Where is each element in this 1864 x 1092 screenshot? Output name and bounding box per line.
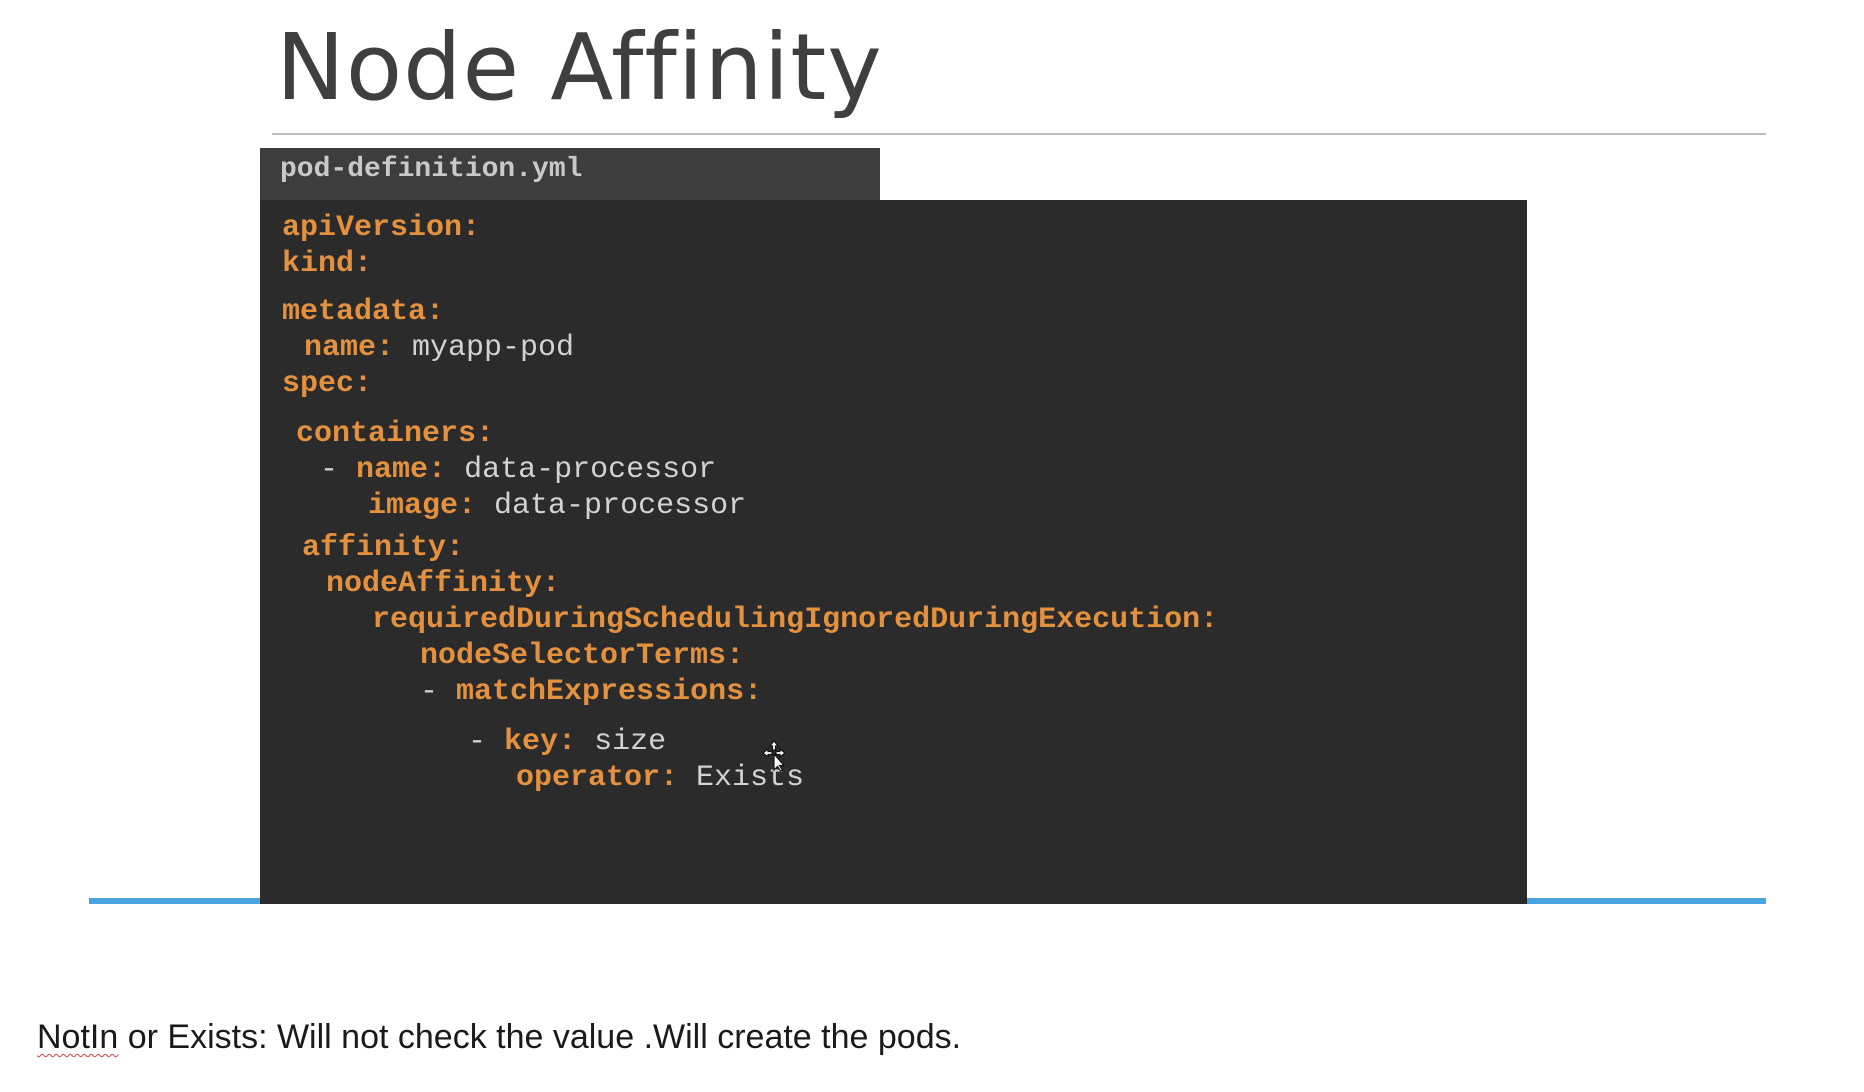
code-line-match-expressions: - matchExpressions: — [420, 674, 762, 710]
code-value: data-processor — [464, 453, 717, 487]
code-line-name: name: myapp-pod — [304, 330, 574, 366]
code-line-spec: spec: — [282, 366, 372, 402]
code-key: requiredDuringSchedulingIgnoredDuringExe… — [372, 603, 1219, 637]
code-key: spec: — [282, 367, 373, 401]
code-key: nodeSelectorTerms: — [420, 639, 745, 673]
caption-underlined-word: NotIn — [37, 1018, 119, 1056]
code-value: size — [594, 725, 667, 759]
file-tab-label: pod-definition.yml — [280, 154, 583, 185]
code-line-node-selector-terms: nodeSelectorTerms: — [420, 638, 744, 674]
code-key: nodeAffinity: — [326, 567, 561, 601]
code-key: name: — [304, 331, 395, 365]
caption: NotIn or Exists: Will not check the valu… — [37, 1018, 961, 1057]
code-key: apiVersion: — [282, 211, 481, 245]
code-value: myapp-pod — [412, 331, 575, 365]
code-line-container-name: - name: data-processor — [320, 452, 716, 488]
code-line-metadata: metadata: — [282, 294, 444, 330]
caption-text: or Exists: Will not check the value .Wil… — [118, 1018, 962, 1056]
code-line-kind: kind: — [282, 246, 372, 282]
code-line-image: image: data-processor — [368, 488, 746, 524]
code-key: image: — [368, 489, 477, 523]
code-key: containers: — [296, 417, 495, 451]
title-divider — [272, 133, 1766, 135]
code-key: kind: — [282, 247, 373, 281]
code-line-required: requiredDuringSchedulingIgnoredDuringExe… — [372, 602, 1218, 638]
code-value: data-processor — [494, 489, 747, 523]
code-line-apiversion: apiVersion: — [282, 210, 480, 246]
code-line-key: - key: size — [468, 724, 666, 760]
code-panel: apiVersion: kind: metadata: name: myapp-… — [260, 200, 1527, 904]
code-line-affinity: affinity: — [302, 530, 464, 566]
code-line-node-affinity: nodeAffinity: — [326, 566, 560, 602]
code-key: operator: — [516, 761, 679, 795]
file-tab: pod-definition.yml — [260, 148, 880, 200]
code-line-operator: operator: Exists — [516, 760, 804, 796]
code-key: matchExpressions: — [456, 675, 763, 709]
code-key: affinity: — [302, 531, 465, 565]
code-key: metadata: — [282, 295, 445, 329]
code-dash: - — [420, 675, 439, 709]
code-key: key: — [504, 725, 577, 759]
code-line-containers: containers: — [296, 416, 494, 452]
code-dash: - — [468, 725, 487, 759]
slide-title: Node Affinity — [276, 14, 883, 121]
move-cursor-icon — [762, 740, 786, 772]
code-dash: - — [320, 453, 339, 487]
code-key: name: — [356, 453, 447, 487]
